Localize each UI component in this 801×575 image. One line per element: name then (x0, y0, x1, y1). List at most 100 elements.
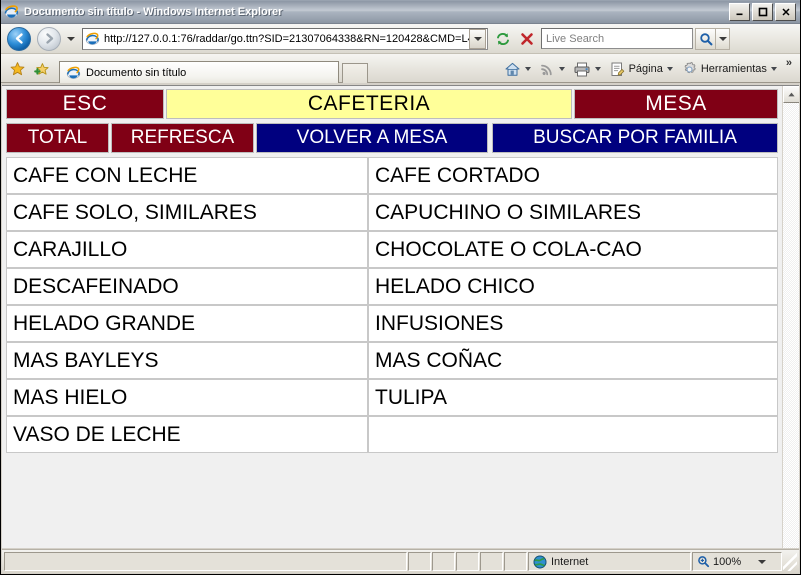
chevron-down-icon (718, 36, 727, 41)
search-options-button[interactable] (716, 27, 730, 50)
page-menu-button[interactable]: Página (607, 58, 679, 80)
forward-arrow-icon (37, 26, 61, 51)
address-bar[interactable]: http://127.0.0.1:76/raddar/go.ttn?SID=21… (82, 27, 488, 50)
refresca-button[interactable]: REFRESCA (111, 123, 254, 153)
feeds-button[interactable] (537, 58, 571, 80)
pos-application: ESC CAFETERIA MESA TOTAL REFRESCA VOLVER… (2, 86, 782, 548)
forward-button[interactable] (34, 25, 64, 53)
star-icon (10, 61, 24, 75)
table-row: CARAJILLO CHOCOLATE O COLA-CAO (6, 231, 778, 268)
scrollbar-track[interactable] (783, 103, 799, 548)
table-row: CAFE CON LECHE CAFE CORTADO (6, 157, 778, 194)
title-bar: Documento sin título - Windows Internet … (1, 0, 800, 24)
total-button[interactable]: TOTAL (6, 123, 109, 153)
product-cell[interactable]: CAFE CON LECHE (6, 157, 368, 194)
product-cell[interactable]: TULIPA (368, 379, 778, 416)
refresh-icon (497, 32, 509, 45)
new-tab-button[interactable] (342, 63, 368, 83)
page-menu-label: Página (628, 63, 663, 75)
chevron-down-icon (594, 67, 601, 71)
back-button[interactable] (4, 25, 34, 53)
status-message (4, 552, 407, 571)
zoom-indicator[interactable]: 100% (692, 552, 782, 571)
status-bar: Internet 100% (2, 549, 799, 573)
window-title: Documento sin título - Windows Internet … (24, 5, 283, 18)
product-cell[interactable]: MAS COÑAC (368, 342, 778, 379)
app-nav-bar: TOTAL REFRESCA VOLVER A MESA BUSCAR POR … (6, 123, 778, 153)
status-slot (480, 552, 503, 571)
security-zone-label: Internet (551, 555, 589, 568)
product-cell[interactable]: VASO DE LECHE (6, 416, 368, 453)
globe-icon (533, 555, 547, 568)
print-button[interactable] (571, 58, 607, 80)
browser-tab[interactable]: Documento sin título (59, 61, 339, 83)
chevron-down-icon (558, 67, 565, 71)
page-favicon-icon (85, 31, 101, 47)
tab-bar: Documento sin título Página Herramientas… (1, 54, 800, 83)
chevron-down-icon (524, 67, 531, 71)
recent-pages-dropdown[interactable] (64, 36, 78, 41)
status-slot (408, 552, 431, 571)
category-title: CAFETERIA (166, 89, 572, 119)
zoom-level-label: 100% (713, 555, 742, 568)
search-placeholder: Live Search (546, 32, 605, 45)
maximize-button[interactable] (752, 2, 773, 21)
table-row: HELADO GRANDE INFUSIONES (6, 305, 778, 342)
chevron-down-icon[interactable] (758, 559, 767, 564)
refresh-button[interactable] (491, 27, 515, 51)
security-zone-indicator[interactable]: Internet (528, 552, 691, 571)
status-slot (456, 552, 479, 571)
mesa-button[interactable]: MESA (574, 89, 778, 119)
search-go-button[interactable] (695, 27, 716, 50)
table-row: MAS HIELO TULIPA (6, 379, 778, 416)
tab-favicon-icon (66, 65, 82, 81)
search-input[interactable]: Live Search (541, 28, 693, 49)
home-button[interactable] (502, 58, 537, 80)
product-cell[interactable]: DESCAFEINADO (6, 268, 368, 305)
resize-grip[interactable] (783, 552, 797, 571)
address-dropdown-button[interactable] (469, 28, 486, 49)
volver-a-mesa-button[interactable]: VOLVER A MESA (256, 123, 488, 153)
esc-button[interactable]: ESC (6, 89, 164, 119)
product-cell-empty (368, 416, 778, 453)
tab-strip: Documento sin título (59, 56, 368, 83)
product-cell[interactable]: CHOCOLATE O COLA-CAO (368, 231, 778, 268)
address-toolbar: http://127.0.0.1:76/raddar/go.ttn?SID=21… (1, 24, 800, 54)
rss-icon (540, 64, 552, 76)
product-cell[interactable]: HELADO GRANDE (6, 305, 368, 342)
product-cell[interactable]: MAS HIELO (6, 379, 368, 416)
product-cell[interactable]: CAFE SOLO, SIMILARES (6, 194, 368, 231)
toolbar-overflow-button[interactable]: » (783, 57, 795, 69)
product-cell[interactable]: CAPUCHINO O SIMILARES (368, 194, 778, 231)
triangle-up-icon (788, 92, 795, 97)
print-icon (574, 62, 590, 76)
product-table-body: CAFE CON LECHE CAFE CORTADO CAFE SOLO, S… (6, 157, 778, 453)
search-icon (699, 32, 712, 45)
minimize-button[interactable] (729, 2, 750, 21)
product-cell[interactable]: HELADO CHICO (368, 268, 778, 305)
add-favorite-button[interactable] (29, 56, 53, 82)
scroll-up-button[interactable] (783, 86, 799, 103)
chevron-down-icon (666, 67, 673, 71)
buscar-por-familia-button[interactable]: BUSCAR POR FAMILIA (492, 123, 778, 153)
tools-menu-button[interactable]: Herramientas (679, 58, 783, 80)
product-cell[interactable]: INFUSIONES (368, 305, 778, 342)
chevron-down-icon (770, 67, 777, 71)
product-cell[interactable]: CAFE CORTADO (368, 157, 778, 194)
favorites-center-button[interactable] (5, 56, 29, 82)
gear-icon (684, 61, 696, 73)
product-table: CAFE CON LECHE CAFE CORTADO CAFE SOLO, S… (6, 157, 778, 453)
status-slot (504, 552, 527, 571)
page-scrollbar[interactable] (782, 86, 799, 548)
home-icon (505, 62, 520, 76)
browser-window: Documento sin título - Windows Internet … (0, 0, 801, 575)
back-arrow-icon (7, 26, 31, 51)
close-button[interactable] (775, 2, 796, 21)
ie-icon (4, 4, 20, 20)
product-cell[interactable]: CARAJILLO (6, 231, 368, 268)
star-plus-icon (33, 62, 49, 75)
product-cell[interactable]: MAS BAYLEYS (6, 342, 368, 379)
table-row: DESCAFEINADO HELADO CHICO (6, 268, 778, 305)
status-slot (432, 552, 455, 571)
stop-button[interactable] (515, 27, 539, 51)
